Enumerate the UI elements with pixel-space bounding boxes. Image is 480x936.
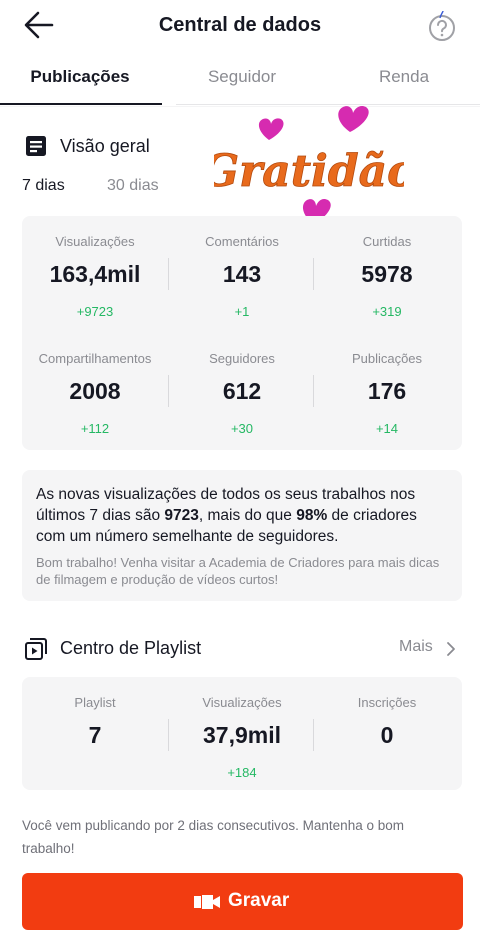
stat-label: Comentários — [205, 234, 279, 249]
stat-value: 163,4mil — [49, 261, 141, 287]
stat-subscriptions[interactable]: Inscrições 0 — [314, 695, 460, 750]
stat-likes[interactable]: Curtidas 5978 +319 — [314, 234, 460, 320]
stat-label: Seguidores — [209, 351, 275, 366]
playlist-icon — [25, 638, 47, 660]
stat-label: Inscrições — [357, 695, 417, 710]
insight-subtext: Bom trabalho! Venha visitar a Academia d… — [36, 555, 440, 587]
stat-delta: +1 — [234, 304, 250, 319]
more-link[interactable]: Mais — [399, 638, 433, 656]
stat-followers[interactable]: Seguidores 612 +30 — [169, 351, 315, 437]
sticker-text: Gratidão — [214, 146, 404, 197]
stat-label: Compartilhamentos — [38, 351, 152, 366]
stat-value: 37,9mil — [203, 722, 281, 748]
stat-playlist[interactable]: Playlist 7 — [22, 695, 168, 750]
stat-value: 176 — [367, 378, 407, 404]
playlist-stats: Playlist 7 Visualizações 37,9mil +184 In… — [22, 677, 462, 790]
insight-box: As novas visualizações de todos os seus … — [22, 470, 462, 601]
insight-part: , mais do que — [198, 507, 297, 524]
stat-label: Playlist — [74, 695, 116, 710]
stat-label: Publicações — [351, 351, 423, 366]
stat-delta: +30 — [230, 421, 254, 436]
stat-value: 0 — [380, 722, 394, 748]
question-circle-icon — [429, 10, 455, 41]
range-7-days[interactable]: 7 dias — [22, 177, 65, 195]
stat-value: 143 — [222, 261, 262, 287]
streak-message: Você vem publicando por 2 dias consecuti… — [22, 818, 404, 856]
stat-label: Curtidas — [362, 234, 412, 249]
stat-shares[interactable]: Compartilhamentos 2008 +112 — [22, 351, 168, 437]
heart-icon — [258, 118, 284, 140]
stat-delta: +112 — [80, 421, 110, 436]
overview-title: Visão geral — [60, 136, 150, 156]
help-button[interactable] — [424, 10, 460, 46]
record-button[interactable]: Gravar — [22, 873, 463, 930]
stat-delta: +9723 — [76, 304, 114, 319]
playlist-title: Centro de Playlist — [60, 638, 202, 658]
page-title: Central de dados — [158, 14, 322, 36]
tab-publicacoes[interactable]: Publicações — [0, 52, 160, 106]
stat-playlist-views[interactable]: Visualizações 37,9mil +184 — [169, 695, 315, 781]
insight-percent: 98% — [296, 507, 328, 524]
stat-delta: +14 — [375, 421, 399, 436]
stat-views[interactable]: Visualizações 163,4mil +9723 — [22, 234, 168, 320]
stat-posts[interactable]: Publicações 176 +14 — [314, 351, 460, 437]
overview-stats: Visualizações 163,4mil +9723 Comentários… — [22, 216, 462, 450]
stat-comments[interactable]: Comentários 143 +1 — [169, 234, 315, 320]
insight-views: 9723 — [164, 507, 199, 524]
record-label: Gravar — [228, 890, 290, 911]
range-30-days[interactable]: 30 dias — [107, 177, 159, 195]
chevron-right-icon[interactable] — [444, 640, 458, 658]
stat-value: 7 — [88, 722, 102, 748]
stat-delta: +184 — [227, 765, 257, 780]
top-bar: Central de dados — [0, 0, 480, 52]
stat-label: Visualizações — [55, 234, 135, 249]
stat-label: Visualizações — [202, 695, 282, 710]
active-tab-indicator — [0, 103, 162, 105]
stat-value: 5978 — [361, 261, 413, 287]
stat-value: 2008 — [69, 378, 121, 404]
video-camera-icon — [194, 895, 220, 909]
stat-delta: +319 — [372, 304, 402, 319]
heart-icon — [338, 105, 369, 132]
stat-value: 612 — [222, 378, 262, 404]
insight-text: As novas visualizações de todos os seus … — [36, 484, 448, 547]
gratidao-sticker: Gratidão — [214, 105, 404, 224]
document-icon — [26, 136, 46, 156]
